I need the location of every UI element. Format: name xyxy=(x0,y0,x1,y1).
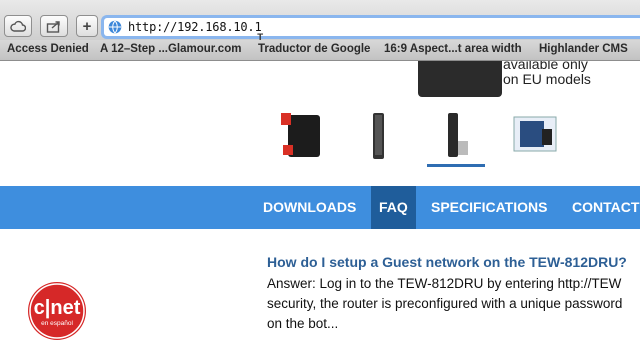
tab-downloads[interactable]: DOWNLOADS xyxy=(263,186,356,229)
product-nav-bar: DOWNLOADS FAQ SPECIFICATIONS CONTACT xyxy=(0,186,640,229)
faq-question-link[interactable]: How do I setup a Guest network on the TE… xyxy=(267,254,627,270)
bookmark-item[interactable]: 16:9 Aspect...t area width xyxy=(384,43,522,55)
share-icon xyxy=(46,20,60,33)
thumbnail-selected-indicator xyxy=(427,164,485,167)
svg-text:en español: en español xyxy=(41,320,73,327)
add-bookmark-button[interactable]: + xyxy=(76,15,98,37)
address-bar[interactable]: http://192.168.10.1 xyxy=(101,15,640,39)
plus-icon: + xyxy=(82,17,92,35)
faq-answer: Answer: Log in to the TEW-812DRU by ente… xyxy=(267,276,623,331)
bookmark-item[interactable]: Traductor de Google xyxy=(258,43,370,55)
tab-specifications[interactable]: SPECIFICATIONS xyxy=(431,186,547,229)
eu-availability-note: available only on EU models xyxy=(503,61,591,87)
thumbnail-product-1[interactable] xyxy=(278,111,324,161)
cloud-icon xyxy=(10,20,26,32)
icloud-tabs-button[interactable] xyxy=(4,15,32,37)
thumbnail-product-3[interactable] xyxy=(444,111,470,161)
thumbnail-product-4[interactable] xyxy=(512,115,558,155)
tab-contact[interactable]: CONTACT xyxy=(572,186,639,229)
bookmark-item[interactable]: A 12–Step ...Glamour.com xyxy=(100,43,241,55)
bookmarks-bar: Access Denied A 12–Step ...Glamour.com T… xyxy=(0,40,640,61)
product-image xyxy=(418,61,502,97)
bookmark-item[interactable]: Access Denied xyxy=(7,43,89,55)
bookmark-item[interactable]: Highlander CMS xyxy=(539,43,628,55)
cnet-en-espanol-logo: c|net en español xyxy=(28,282,86,340)
share-button[interactable] xyxy=(40,15,68,37)
browser-toolbar: + http://192.168.10.1 I xyxy=(0,0,640,48)
url-text: http://192.168.10.1 xyxy=(128,20,262,34)
thumbnail-product-2[interactable] xyxy=(370,111,388,161)
page-content: available only on EU models DOWNLOADS FA… xyxy=(0,61,640,360)
svg-text:c|net: c|net xyxy=(34,297,81,319)
tab-faq[interactable]: FAQ xyxy=(371,186,416,229)
globe-icon xyxy=(108,20,122,34)
